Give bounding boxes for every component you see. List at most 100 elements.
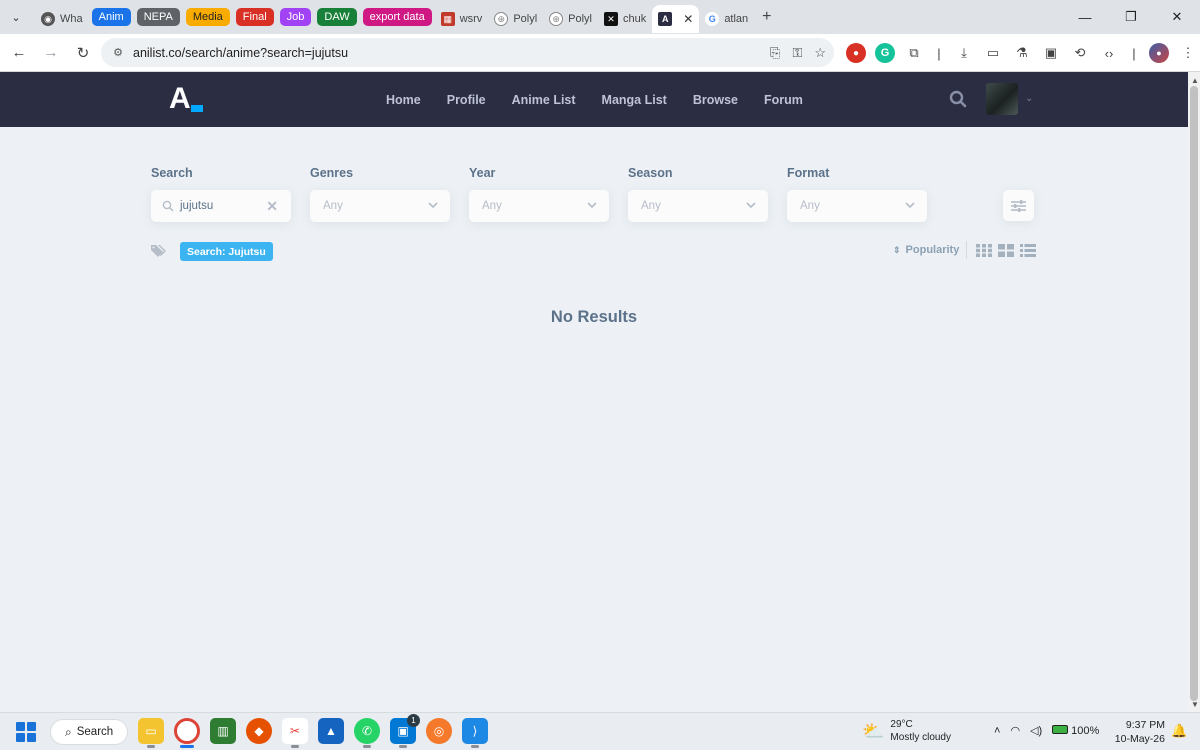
nav-anime-list[interactable]: Anime List — [512, 93, 576, 107]
download-icon[interactable]: ⤓ — [954, 43, 974, 63]
profile-avatar-icon[interactable]: ● — [1149, 43, 1169, 63]
anilist-logo[interactable]: A — [169, 84, 205, 114]
more-menu-icon[interactable]: ⋮ — [1178, 43, 1198, 63]
partly-cloudy-icon: ⛅ — [862, 720, 885, 741]
tab-polyl-2[interactable]: ⊕ Polyl — [543, 5, 598, 33]
history-icon[interactable]: ⟲ — [1070, 43, 1090, 63]
site-info-icon[interactable]: ⚙ — [107, 46, 129, 59]
tab-group-final[interactable]: Final — [235, 8, 274, 26]
new-tab-button[interactable]: + — [762, 8, 771, 26]
scrollbar-thumb[interactable] — [1190, 86, 1198, 701]
format-select[interactable]: Any — [787, 190, 927, 222]
close-tab-icon[interactable]: ✕ — [683, 12, 693, 26]
battery-indicator[interactable]: 100% — [1052, 724, 1099, 737]
grid-small-view-icon[interactable] — [976, 244, 992, 257]
logo-accent — [191, 105, 203, 112]
tab-label: Wha — [60, 13, 83, 25]
wifi-icon[interactable]: ◠ — [1010, 724, 1020, 737]
extensions-puzzle-icon[interactable]: ⧉ — [904, 43, 924, 63]
remote-desktop-icon[interactable]: ▣ 1 — [390, 714, 420, 748]
back-button[interactable]: ← — [4, 38, 34, 68]
tab-group-media[interactable]: Media — [185, 8, 230, 26]
file-explorer-icon[interactable]: ▭ — [138, 718, 164, 748]
cast-device-icon[interactable]: ▭ — [983, 43, 1003, 63]
grid-large-view-icon[interactable] — [998, 244, 1014, 257]
nav-forum[interactable]: Forum — [764, 93, 803, 107]
nav-manga-list[interactable]: Manga List — [602, 93, 667, 107]
running-indicator — [291, 745, 299, 748]
blender-icon[interactable]: ◎ — [426, 718, 452, 744]
system-clock[interactable]: 9:37 PM 10-May-26 — [1112, 718, 1165, 746]
tab-chuk[interactable]: ✕ chuk — [598, 5, 652, 33]
nav-home[interactable]: Home — [386, 93, 421, 107]
bookmark-star-icon[interactable]: ☆ — [814, 45, 826, 61]
weather-description: Mostly cloudy — [890, 732, 951, 743]
chevron-down-icon[interactable]: ⌄ — [1025, 93, 1033, 104]
adblock-extension-icon[interactable]: ● — [846, 43, 866, 63]
genres-select[interactable]: Any — [310, 190, 450, 222]
nav-profile[interactable]: Profile — [447, 93, 486, 107]
list-view-icon[interactable] — [1020, 244, 1036, 257]
install-app-icon[interactable]: ⎘ — [770, 45, 780, 61]
close-window-button[interactable]: ✕ — [1154, 0, 1200, 34]
tab-search-menu-button[interactable]: ⌄ — [5, 6, 27, 28]
active-filter-chip[interactable]: Search: Jujutsu — [180, 242, 273, 261]
tab-anilist-active[interactable]: A ✕ — [652, 5, 700, 33]
volume-icon[interactable]: ◁) — [1030, 724, 1042, 737]
divider — [966, 241, 967, 259]
photos-icon[interactable]: ▲ — [318, 718, 344, 744]
tab-whatsapp[interactable]: ◉ Wha — [35, 5, 89, 33]
year-select[interactable]: Any — [469, 190, 609, 222]
windows-start-icon[interactable] — [16, 722, 36, 742]
taskbar-search-box[interactable]: ⌕ Search — [50, 719, 128, 745]
tab-google[interactable]: G atlan — [699, 5, 754, 33]
fl-studio-icon[interactable]: ◆ — [246, 718, 272, 744]
search-icon[interactable] — [949, 90, 967, 108]
vscode-icon[interactable]: ⟩ — [462, 718, 488, 748]
advanced-filters-button[interactable] — [1003, 190, 1034, 221]
tab-polyl-1[interactable]: ⊕ Polyl — [488, 5, 543, 33]
format-value: Any — [800, 200, 820, 212]
lab-flask-icon[interactable]: ⚗ — [1012, 43, 1032, 63]
url-text[interactable]: anilist.co/search/anime?search=jujutsu — [133, 46, 348, 60]
tab-group-anim[interactable]: Anim — [91, 8, 131, 26]
tab-group-daw[interactable]: DAW — [317, 8, 357, 26]
weather-widget[interactable]: ⛅ 29°C Mostly cloudy — [862, 718, 951, 744]
notification-bell-icon[interactable]: 🔔 — [1171, 723, 1187, 739]
season-select[interactable]: Any — [628, 190, 768, 222]
running-indicator — [363, 745, 371, 748]
chrome-icon[interactable] — [174, 718, 200, 748]
address-bar[interactable]: ⚙ anilist.co/search/anime?search=jujutsu… — [101, 38, 834, 67]
snipping-tool-icon[interactable]: ✂ — [282, 718, 308, 748]
tab-group-job[interactable]: Job — [279, 8, 312, 26]
tab-group-export-data[interactable]: export data — [362, 8, 432, 26]
tab-group-nepa[interactable]: NEPA — [136, 8, 180, 26]
chevron-down-icon — [746, 202, 756, 209]
devtools-code-icon[interactable]: ‹› — [1099, 43, 1119, 63]
search-input[interactable]: jujutsu ✕ — [151, 190, 291, 222]
weather-temp: 29°C — [890, 719, 913, 730]
tab-wsrv[interactable]: ▦ wsrv — [435, 5, 489, 33]
chevron-up-icon[interactable]: ˄ — [994, 725, 1000, 737]
genres-label: Genres — [310, 166, 354, 180]
password-key-icon[interactable]: ⚿ — [792, 45, 802, 61]
user-avatar[interactable] — [986, 83, 1018, 115]
stats-app-icon[interactable]: ▥ — [210, 718, 236, 744]
forward-button[interactable]: → — [36, 38, 66, 68]
side-panel-icon[interactable]: ▣ — [1041, 43, 1061, 63]
sliders-icon — [1011, 199, 1026, 212]
whatsapp-icon[interactable]: ✆ — [354, 718, 380, 748]
grammarly-extension-icon[interactable]: G — [875, 43, 895, 63]
clear-search-icon[interactable]: ✕ — [266, 198, 278, 215]
nav-browse[interactable]: Browse — [693, 93, 738, 107]
tab-label: Polyl — [513, 13, 538, 25]
sort-arrows-icon: ⇕ — [893, 244, 901, 255]
sort-dropdown[interactable]: ⇕ Popularity — [893, 244, 959, 256]
maximize-button[interactable]: ❐ — [1108, 0, 1154, 34]
minimize-button[interactable]: — — [1062, 0, 1108, 34]
search-input-value[interactable]: jujutsu — [180, 200, 213, 212]
reload-button[interactable]: ↻ — [68, 38, 98, 68]
scroll-up-arrow-icon[interactable]: ▲ — [1191, 76, 1199, 85]
sort-label: Popularity — [905, 244, 960, 256]
scroll-down-arrow-icon[interactable]: ▼ — [1191, 700, 1199, 709]
